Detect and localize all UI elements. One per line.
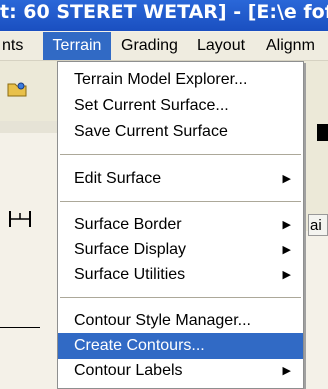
menu-item-label: Create Contours...	[74, 337, 205, 354]
menu-set-current-surface[interactable]: Set Current Surface...	[58, 93, 303, 119]
submenu-arrow-icon: ▶	[282, 365, 291, 377]
menu-item-grading[interactable]: Grading	[121, 32, 187, 60]
menu-item-label: Contour Style Manager...	[74, 312, 251, 329]
menu-item-label: Surface Display	[74, 241, 187, 258]
menu-item-label: Surface Border	[74, 216, 182, 233]
menu-item-label: Edit Surface	[74, 170, 162, 187]
menu-item-label: Save Current Surface	[74, 123, 228, 140]
dimension-tool-icon[interactable]	[7, 206, 33, 237]
window-title: t: 60 STERET WETAR] - [E:\e fofo	[0, 1, 328, 23]
menu-bar: nts Terrain Grading Layout Alignm	[0, 32, 328, 61]
menu-item-terrain[interactable]: Terrain	[43, 32, 111, 60]
menu-separator	[60, 297, 301, 298]
menu-surface-border[interactable]: Surface Border ▶	[58, 212, 303, 238]
submenu-arrow-icon: ▶	[282, 173, 291, 185]
terrain-dropdown-menu: Terrain Model Explorer... Set Current Su…	[57, 61, 304, 389]
toolbar-area-right	[304, 61, 328, 231]
menu-item-label: Set Current Surface...	[74, 97, 229, 114]
menu-surface-display[interactable]: Surface Display ▶	[58, 237, 303, 263]
menu-edit-surface[interactable]: Edit Surface ▶	[58, 166, 303, 192]
menu-separator	[60, 201, 301, 202]
partial-dropdown-box[interactable]: ai	[308, 214, 328, 236]
menu-item-label: Contour Labels	[74, 362, 183, 379]
window-title-bar: t: 60 STERET WETAR] - [E:\e fofo	[0, 0, 328, 31]
menu-item-layout[interactable]: Layout	[197, 32, 253, 60]
partial-dropdown-text: ai	[310, 217, 322, 234]
toolbar-divider	[0, 121, 57, 133]
menu-create-contours[interactable]: Create Contours...	[58, 333, 303, 359]
menu-save-current-surface[interactable]: Save Current Surface	[58, 119, 303, 145]
menu-terrain-model-explorer[interactable]: Terrain Model Explorer...	[58, 67, 303, 93]
menu-contour-labels[interactable]: Contour Labels ▶	[58, 358, 303, 384]
submenu-arrow-icon: ▶	[282, 219, 291, 231]
toolbar-control-right[interactable]	[317, 124, 328, 141]
submenu-arrow-icon: ▶	[282, 269, 291, 281]
menu-item-nts[interactable]: nts	[2, 32, 36, 60]
menu-surface-utilities[interactable]: Surface Utilities ▶	[58, 262, 303, 288]
menu-item-alignments[interactable]: Alignm	[266, 32, 328, 60]
submenu-arrow-icon: ▶	[282, 244, 291, 256]
menu-item-label: Surface Utilities	[74, 266, 186, 283]
menu-item-label: Terrain Model Explorer...	[74, 71, 248, 88]
drawing-line	[0, 327, 40, 328]
folder-icon[interactable]	[6, 78, 28, 103]
menu-separator	[60, 154, 301, 155]
menu-contour-style-manager[interactable]: Contour Style Manager...	[58, 308, 303, 334]
